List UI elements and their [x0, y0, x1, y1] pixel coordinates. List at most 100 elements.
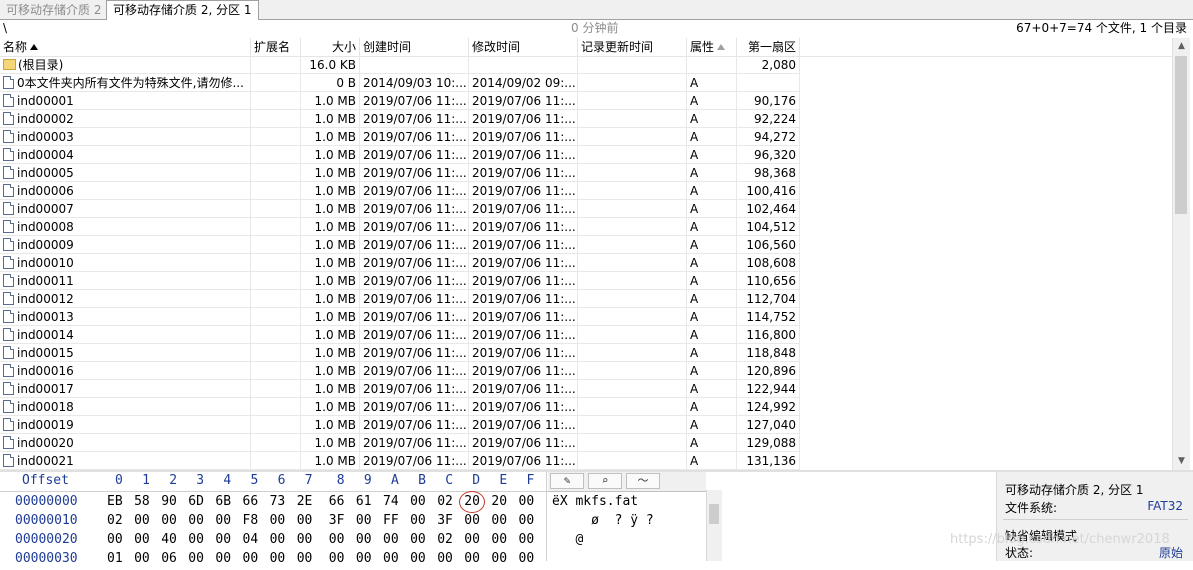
file-row[interactable]: ind00010 1.0 MB 2019/07/06 11:... 2019/07/0… [0, 254, 800, 272]
hex-byte[interactable]: 02 [107, 513, 123, 528]
hex-byte[interactable]: 74 [383, 494, 399, 509]
hex-row[interactable]: 00000020 00 00 40 00 00 04 00 00 00 00 00 00 02 00 00 00… [0, 532, 583, 551]
hex-byte[interactable]: 00 [356, 532, 372, 547]
hex-byte[interactable]: 00 [437, 551, 453, 566]
file-row[interactable]: ind00009 1.0 MB 2019/07/06 11:... 2019/07/0… [0, 236, 800, 254]
hex-byte[interactable]: 00 [519, 532, 535, 547]
file-row[interactable]: ind00016 1.0 MB 2019/07/06 11:... 2019/07/0… [0, 362, 800, 380]
pencil-icon[interactable]: ✎ [550, 473, 584, 489]
hex-byte[interactable]: 00 [215, 513, 231, 528]
hex-byte[interactable]: 2E [297, 494, 313, 509]
file-row[interactable]: ind00001 1.0 MB 2019/07/06 11:... 2019/07/0… [0, 92, 800, 110]
file-row[interactable]: ind00006 1.0 MB 2019/07/06 11:... 2019/07/0… [0, 182, 800, 200]
file-row[interactable]: ind00020 1.0 MB 2019/07/06 11:... 2019/07/0… [0, 434, 800, 452]
hex-ascii[interactable]: ëX mkfs.fat [552, 494, 638, 509]
hex-scrollbar[interactable] [706, 490, 722, 561]
hex-byte[interactable]: 02 [437, 532, 453, 547]
file-row[interactable]: ind00004 1.0 MB 2019/07/06 11:... 2019/07/0… [0, 146, 800, 164]
file-row[interactable]: ind00014 1.0 MB 2019/07/06 11:... 2019/07/0… [0, 326, 800, 344]
hex-byte[interactable]: 00 [464, 513, 480, 528]
hex-byte[interactable]: 00 [464, 532, 480, 547]
hex-byte[interactable]: 00 [270, 532, 286, 547]
hex-byte[interactable]: 73 [270, 494, 286, 509]
scroll-thumb[interactable] [1175, 56, 1187, 214]
hex-byte[interactable]: 58 [134, 494, 150, 509]
hex-byte[interactable]: 00 [134, 513, 150, 528]
hex-byte[interactable]: 01 [107, 551, 123, 566]
graph-icon[interactable]: 〜 [626, 473, 660, 489]
hex-byte[interactable]: 00 [491, 513, 507, 528]
hex-byte[interactable]: 00 [243, 551, 259, 566]
file-row[interactable]: ind00003 1.0 MB 2019/07/06 11:... 2019/07/0… [0, 128, 800, 146]
file-row[interactable]: ind00012 1.0 MB 2019/07/06 11:... 2019/07/0… [0, 290, 800, 308]
file-row[interactable]: ind00015 1.0 MB 2019/07/06 11:... 2019/07/0… [0, 344, 800, 362]
hex-byte[interactable]: 00 [188, 551, 204, 566]
hex-editor[interactable]: Offset 0 1 2 3 4 5 6 7 8 9 A B C D E F 00000000 EB 58 90 6D 6… [0, 472, 722, 566]
hex-byte[interactable]: 6B [215, 494, 231, 509]
file-row[interactable]: 0本文件夹内所有文件为特殊文件,请勿修... 0 B 2014/09/03 10:.… [0, 74, 800, 92]
hex-byte[interactable]: 00 [270, 551, 286, 566]
hex-byte[interactable]: 00 [329, 551, 345, 566]
hex-byte[interactable]: 66 [329, 494, 345, 509]
hex-byte[interactable]: 00 [383, 551, 399, 566]
hex-byte[interactable]: 00 [410, 551, 426, 566]
hex-byte[interactable]: 00 [134, 532, 150, 547]
col-name[interactable]: 名称 [0, 38, 251, 56]
hex-byte[interactable]: 3F [329, 513, 345, 528]
hex-byte[interactable]: 00 [188, 532, 204, 547]
hex-byte[interactable]: 00 [356, 551, 372, 566]
tab-partition[interactable]: 可移动存储介质 2, 分区 1 [106, 0, 259, 21]
hex-byte[interactable]: 02 [437, 494, 453, 509]
hex-byte[interactable]: 00 [519, 513, 535, 528]
col-modified[interactable]: 修改时间 [469, 38, 578, 56]
hex-byte[interactable]: 00 [297, 513, 313, 528]
scroll-up-icon[interactable]: ▲ [1173, 38, 1190, 55]
hex-ascii[interactable]: ø ? ÿ ? [552, 513, 654, 528]
file-row[interactable]: ind00007 1.0 MB 2019/07/06 11:... 2019/07/0… [0, 200, 800, 218]
hex-byte[interactable]: 00 [297, 532, 313, 547]
file-row[interactable]: (根目录) 16.0 KB 2,080 [0, 56, 800, 74]
hex-byte[interactable]: 00 [383, 532, 399, 547]
hex-byte[interactable]: FF [383, 513, 399, 528]
col-size[interactable]: 大小 [301, 38, 360, 56]
hex-byte[interactable]: 00 [519, 551, 535, 566]
hex-byte[interactable]: 61 [356, 494, 372, 509]
file-row[interactable]: ind00013 1.0 MB 2019/07/06 11:... 2019/07/0… [0, 308, 800, 326]
file-row[interactable]: ind00017 1.0 MB 2019/07/06 11:... 2019/07/0… [0, 380, 800, 398]
hex-byte[interactable]: 00 [161, 513, 177, 528]
file-row[interactable]: ind00011 1.0 MB 2019/07/06 11:... 2019/07/0… [0, 272, 800, 290]
hex-byte[interactable]: 00 [356, 513, 372, 528]
hex-byte[interactable]: 66 [243, 494, 259, 509]
hex-byte[interactable]: 00 [215, 532, 231, 547]
hex-byte[interactable]: 20 [491, 494, 507, 509]
file-list-scrollbar[interactable]: ▲ ▼ [1172, 38, 1190, 470]
hex-byte[interactable]: 00 [519, 494, 535, 509]
hex-row[interactable]: 00000000 EB 58 90 6D 6B 66 73 2E 66 61 74 00 02 20 20 00… [0, 491, 638, 513]
hex-byte[interactable]: 3F [437, 513, 453, 528]
hex-scroll-thumb[interactable] [709, 504, 719, 524]
hex-byte[interactable]: 00 [410, 494, 426, 509]
col-created[interactable]: 创建时间 [360, 38, 469, 56]
file-row[interactable]: ind00021 1.0 MB 2019/07/06 11:... 2019/07/0… [0, 452, 800, 470]
col-first-sector[interactable]: 第一扇区 [737, 38, 800, 56]
hex-byte[interactable]: 00 [464, 551, 480, 566]
file-row[interactable]: ind00019 1.0 MB 2019/07/06 11:... 2019/07/0… [0, 416, 800, 434]
hex-byte[interactable]: EB [107, 494, 123, 509]
hex-byte[interactable]: 40 [161, 532, 177, 547]
tab-disk[interactable]: 可移动存储介质 2 [0, 1, 109, 19]
file-row[interactable]: ind00002 1.0 MB 2019/07/06 11:... 2019/07/0… [0, 110, 800, 128]
col-attr[interactable]: 属性 [687, 38, 737, 56]
hex-byte[interactable]: 00 [270, 513, 286, 528]
hex-ascii[interactable]: @ [552, 532, 583, 547]
hex-byte[interactable]: 00 [410, 513, 426, 528]
hex-byte[interactable]: 90 [161, 494, 177, 509]
search-icon[interactable]: ⌕ [588, 473, 622, 489]
hex-byte[interactable]: 00 [215, 551, 231, 566]
hex-row[interactable]: 00000010 02 00 00 00 00 F8 00 00 3F 00 FF 00 3F 00 00 00… [0, 513, 654, 532]
col-ext[interactable]: 扩展名 [251, 38, 301, 56]
file-row[interactable]: ind00018 1.0 MB 2019/07/06 11:... 2019/07/0… [0, 398, 800, 416]
hex-byte[interactable]: 00 [329, 532, 345, 547]
file-row[interactable]: ind00008 1.0 MB 2019/07/06 11:... 2019/07/0… [0, 218, 800, 236]
file-row[interactable]: ind00005 1.0 MB 2019/07/06 11:... 2019/07/0… [0, 164, 800, 182]
hex-byte[interactable]: 00 [134, 551, 150, 566]
